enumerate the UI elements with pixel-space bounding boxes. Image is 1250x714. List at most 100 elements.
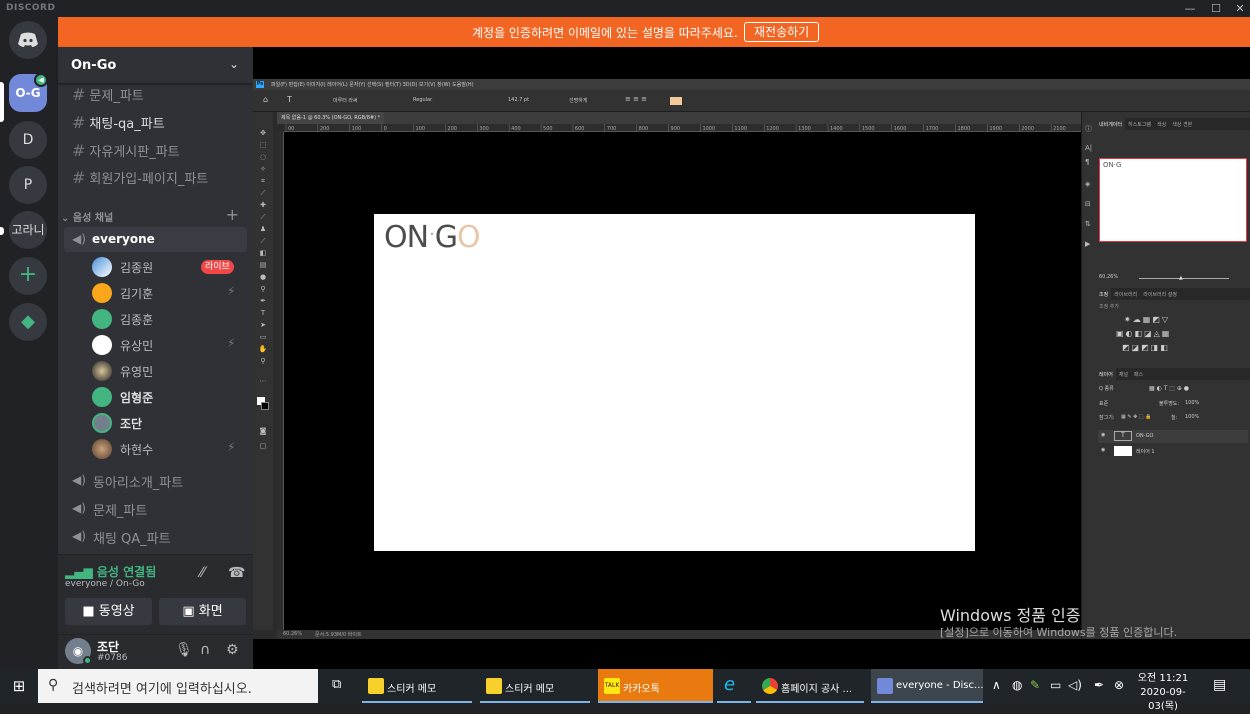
eyedropper-tool-icon[interactable]: ⟋ — [258, 189, 268, 197]
network-off-icon[interactable]: ⊗ — [1114, 678, 1124, 692]
microphone-icon[interactable]: 🎙 — [175, 642, 193, 658]
eye-icon[interactable]: ◉ — [1101, 432, 1105, 438]
tab-paths[interactable]: 패스 — [1131, 368, 1146, 381]
pen-tool-icon[interactable]: ✒ — [258, 297, 268, 305]
background-color-swatch[interactable] — [261, 402, 269, 410]
voice-member[interactable]: 김기훈 ⚡ — [92, 281, 242, 305]
server-d[interactable]: D — [9, 121, 47, 159]
lock-icons[interactable]: ▦ ✎ ✥ ⬚ 🔒 — [1121, 414, 1151, 420]
character-panel-icon[interactable]: A| — [1085, 144, 1092, 152]
taskbar-app[interactable]: TALK 카카오톡 — [598, 669, 713, 703]
blur-tool-icon[interactable]: ● — [258, 273, 268, 281]
battery-icon[interactable]: ▭ — [1050, 678, 1061, 692]
move-tool-icon[interactable]: ✥ — [258, 129, 268, 137]
blend-mode-select[interactable]: 표준 — [1099, 401, 1108, 407]
volume-icon[interactable]: ◁) — [1068, 678, 1082, 692]
edit-toolbar-icon[interactable]: ⋯ — [258, 377, 268, 385]
taskbar-app[interactable]: everyone - Disc... — [871, 669, 984, 703]
brush-tool-icon[interactable]: ⟋ — [258, 213, 268, 221]
settings-gear-icon[interactable]: ⚙ — [226, 642, 239, 658]
video-button[interactable]: ■ 동영상 — [65, 598, 152, 625]
noise-suppression-icon[interactable]: ⁄⁄ — [200, 565, 205, 581]
path-select-icon[interactable]: ➤ — [258, 321, 268, 329]
shape-tool-icon[interactable]: ▭ — [258, 333, 268, 341]
server-p[interactable]: P — [9, 166, 47, 204]
layer-row[interactable]: ◉ 레이어 1 — [1098, 445, 1248, 457]
tab-navigator[interactable]: 내비게이터 — [1096, 118, 1126, 131]
doc-tab[interactable]: 제목 없음-1 @ 60.3% (ON-GO, RGB/8#) * — [277, 112, 385, 124]
text-channel[interactable]: # 회원가입-페이지_파트 — [72, 168, 208, 187]
tab-layers[interactable]: 레이어 — [1096, 368, 1116, 381]
voice-member[interactable]: 김종원 라이브 — [92, 255, 242, 279]
layer-filter-icons[interactable]: ▦ ◐ T ⬚ ⊕ ● — [1149, 385, 1189, 392]
voice-connection-location[interactable]: everyone / On-Go — [65, 579, 145, 589]
screen-mode-icon[interactable]: ▢ — [258, 442, 268, 450]
antialias-select[interactable]: 선명하게 — [569, 97, 587, 104]
voice-channel[interactable]: ◀) 채팅 QA_파트 — [64, 524, 247, 549]
history-brush-icon[interactable]: ⟋ — [258, 237, 268, 245]
tab-adjustments[interactable]: 조정 — [1096, 288, 1112, 301]
font-style-select[interactable]: Regular — [413, 97, 432, 103]
maximize-icon[interactable]: ☐ — [1205, 0, 1227, 17]
search-input[interactable]: 검색하려면 여기에 입력하십시오. — [72, 678, 252, 697]
text-tool-icon[interactable]: T — [287, 95, 292, 104]
layer-kind-select[interactable]: Q 종류 — [1099, 386, 1114, 392]
properties-icon[interactable]: ⊟ — [1085, 200, 1091, 208]
adjustment-icons-row3[interactable]: ◩◪◩◨◧ — [1122, 343, 1250, 353]
chevron-up-icon[interactable]: ∧ — [992, 678, 1001, 692]
wand-tool-icon[interactable]: ✧ — [258, 165, 268, 173]
screen-share-button[interactable]: ▣ 화면 — [159, 598, 246, 625]
play-icon[interactable]: ▶ — [1085, 240, 1090, 248]
lasso-tool-icon[interactable]: ◌ — [258, 153, 268, 161]
zoom-tool-icon[interactable]: ⚲ — [258, 357, 268, 365]
pen-workspace-icon[interactable]: ✒ — [1094, 678, 1104, 692]
fill-field[interactable]: 100% — [1185, 414, 1199, 420]
voice-member[interactable]: 유상민 ⚡ — [92, 333, 242, 357]
disconnect-icon[interactable]: ☎ — [228, 565, 245, 581]
ps-menu-items[interactable]: 파일(F) 편집(E) 이미지(I) 레이어(L) 문자(Y) 선택(S) 필터… — [271, 81, 474, 88]
info-icon[interactable]: ⓘ — [1085, 124, 1092, 134]
adjustment-icons-row2[interactable]: ▣◐◧◪◬▦ — [1116, 329, 1250, 339]
notification-center-icon[interactable]: ▤ — [1213, 677, 1226, 693]
navigator-preview[interactable]: ON·G — [1099, 158, 1247, 242]
tab-channels[interactable]: 채널 — [1116, 368, 1131, 381]
gradient-tool-icon[interactable]: ▤ — [258, 261, 268, 269]
tab-library-settings[interactable]: 라이브러리 설정 — [1140, 288, 1180, 301]
text-channel[interactable]: # 문제_파트 — [72, 85, 144, 104]
voice-channel[interactable]: ◀) 문제_파트 — [64, 496, 247, 521]
tab-libraries[interactable]: 라이브러리 — [1111, 288, 1140, 301]
add-channel-icon[interactable]: + — [226, 205, 239, 224]
eraser-tool-icon[interactable]: ◧ — [258, 249, 268, 257]
stamp-tool-icon[interactable]: ♟ — [258, 225, 268, 233]
zoom-slider-thumb[interactable]: ▲ — [1179, 275, 1183, 281]
resend-button[interactable]: 재전송하기 — [744, 22, 820, 42]
home-button[interactable] — [9, 21, 47, 59]
text-channel[interactable]: # 채팅-qa_파트 — [72, 113, 165, 132]
tab-histogram[interactable]: 히스토그램 — [1125, 118, 1154, 131]
voice-member[interactable]: 유영민 — [92, 359, 242, 383]
tray-app-icon[interactable]: ◍ — [1012, 678, 1022, 692]
windows-start-icon[interactable]: ⊞ — [0, 669, 38, 703]
eye-icon[interactable]: ◉ — [1101, 447, 1105, 453]
tab-swatches[interactable]: 색상 견본 — [1169, 118, 1195, 131]
add-server-icon[interactable]: + — [9, 257, 47, 295]
opacity-field[interactable]: 100% — [1185, 400, 1199, 406]
paragraph-panel-icon[interactable]: ¶ — [1085, 158, 1089, 166]
adjust-icon[interactable]: ⇅ — [1085, 220, 1091, 228]
nav-zoom[interactable]: 60.26% — [1099, 274, 1118, 280]
hand-tool-icon[interactable]: ✋ — [258, 345, 268, 353]
close-icon[interactable]: ✕ — [1229, 0, 1250, 17]
3d-panel-icon[interactable]: ◈ — [1085, 180, 1090, 188]
text-color-swatch[interactable] — [670, 97, 682, 105]
taskbar-app[interactable]: 스티커 메모 — [480, 669, 590, 703]
voice-member[interactable]: 조단 — [92, 411, 242, 435]
text-channel[interactable]: # 자유게시판_파트 — [72, 141, 180, 160]
guild-header[interactable]: On-Go ⌄ — [58, 47, 253, 84]
voice-channel[interactable]: ◀) 동아리소개_파트 — [64, 468, 247, 493]
type-tool-icon[interactable]: T — [258, 309, 268, 317]
server-gorani[interactable]: 고라니 — [9, 211, 47, 249]
quick-mask-icon[interactable]: ◙ — [258, 427, 268, 435]
task-view-icon[interactable]: ⧉ — [324, 669, 354, 703]
voice-member[interactable]: 하현수 ⚡ — [92, 437, 242, 461]
font-family-select[interactable]: 마루터 라써 — [333, 97, 358, 104]
